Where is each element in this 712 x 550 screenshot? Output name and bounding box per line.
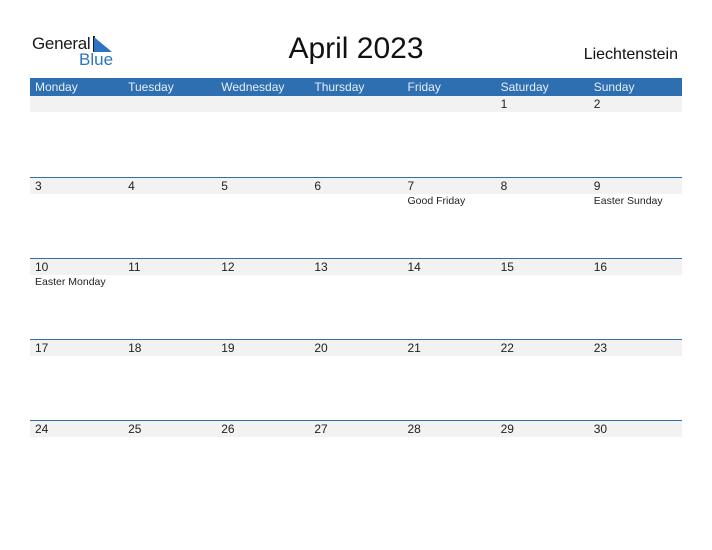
date-number-row: 10 11 12 13 14 15 16 bbox=[30, 258, 682, 275]
date-number: 12 bbox=[221, 260, 235, 274]
country-label: Liechtenstein bbox=[583, 46, 678, 63]
date-number: 7 bbox=[407, 179, 415, 193]
holiday-label bbox=[309, 194, 402, 208]
week-row: 24 25 26 27 28 29 30 bbox=[30, 420, 682, 501]
date-number: 21 bbox=[407, 341, 421, 355]
date-number: 28 bbox=[407, 422, 421, 436]
holiday-label bbox=[123, 275, 216, 289]
date-number: 22 bbox=[500, 341, 514, 355]
date-number: 9 bbox=[593, 179, 601, 193]
date-number bbox=[403, 96, 496, 112]
date-number bbox=[123, 96, 216, 112]
week-row: 12 bbox=[30, 96, 682, 177]
date-number-row: 17 18 19 20 21 22 23 bbox=[30, 339, 682, 356]
holiday-label bbox=[216, 194, 309, 208]
holiday-label bbox=[403, 275, 496, 289]
holiday-label bbox=[496, 275, 589, 289]
date-number: 15 bbox=[500, 260, 514, 274]
date-number: 14 bbox=[407, 260, 421, 274]
holiday-label bbox=[496, 194, 589, 208]
weekday-saturday: Saturday bbox=[500, 80, 549, 94]
weekday-header: Monday Tuesday Wednesday Thursday Friday… bbox=[30, 78, 682, 96]
date-number: 29 bbox=[500, 422, 514, 436]
date-number: 25 bbox=[128, 422, 142, 436]
date-number: 27 bbox=[314, 422, 328, 436]
date-number: 1 bbox=[500, 97, 508, 111]
date-number: 13 bbox=[314, 260, 328, 274]
date-number: 3 bbox=[35, 179, 42, 193]
date-number: 20 bbox=[314, 341, 328, 355]
holiday-label: Good Friday bbox=[407, 195, 466, 207]
date-number: 11 bbox=[128, 260, 141, 274]
event-row: Easter Monday bbox=[30, 275, 682, 289]
date-number: 23 bbox=[593, 341, 608, 355]
date-number: 19 bbox=[221, 341, 235, 355]
holiday-label: Easter Sunday bbox=[593, 195, 663, 207]
week-row: 17 18 19 20 21 22 23 bbox=[30, 339, 682, 420]
date-number-row: 24 25 26 27 28 29 30 bbox=[30, 420, 682, 437]
holiday-label bbox=[589, 275, 682, 289]
weekday-thursday: Thursday bbox=[314, 80, 365, 94]
date-number: 4 bbox=[128, 179, 135, 193]
date-number: 8 bbox=[500, 179, 508, 193]
week-row: 3 4 5 6 7 8 9 Good Friday Easter Sunday bbox=[30, 177, 682, 258]
weekday-monday: Monday bbox=[35, 80, 78, 94]
date-number bbox=[30, 96, 123, 112]
date-number bbox=[216, 96, 309, 112]
date-number: 17 bbox=[35, 341, 49, 355]
holiday-label bbox=[123, 194, 216, 208]
holiday-label bbox=[216, 275, 309, 289]
date-number: 24 bbox=[35, 422, 49, 436]
weekday-sunday: Sunday bbox=[593, 80, 635, 94]
week-row: 10 11 12 13 14 15 16 Easter Monday bbox=[30, 258, 682, 339]
date-number: 26 bbox=[221, 422, 235, 436]
date-number: 18 bbox=[128, 341, 142, 355]
date-number-row: 3 4 5 6 7 8 9 bbox=[30, 177, 682, 194]
date-number: 5 bbox=[221, 179, 228, 193]
date-number: 6 bbox=[314, 179, 322, 193]
date-number: 2 bbox=[593, 97, 601, 111]
date-number: 10 bbox=[35, 260, 49, 274]
weekday-tuesday: Tuesday bbox=[128, 80, 174, 94]
holiday-label: Easter Monday bbox=[35, 276, 106, 288]
weekday-friday: Friday bbox=[407, 80, 441, 94]
weekday-wednesday: Wednesday bbox=[221, 80, 285, 94]
holiday-label bbox=[309, 275, 402, 289]
event-row: Good Friday Easter Sunday bbox=[30, 194, 682, 208]
date-number bbox=[309, 96, 402, 112]
date-number-row: 12 bbox=[30, 96, 682, 112]
date-number: 16 bbox=[593, 260, 608, 274]
date-number: 30 bbox=[593, 422, 608, 436]
holiday-label bbox=[30, 194, 123, 208]
